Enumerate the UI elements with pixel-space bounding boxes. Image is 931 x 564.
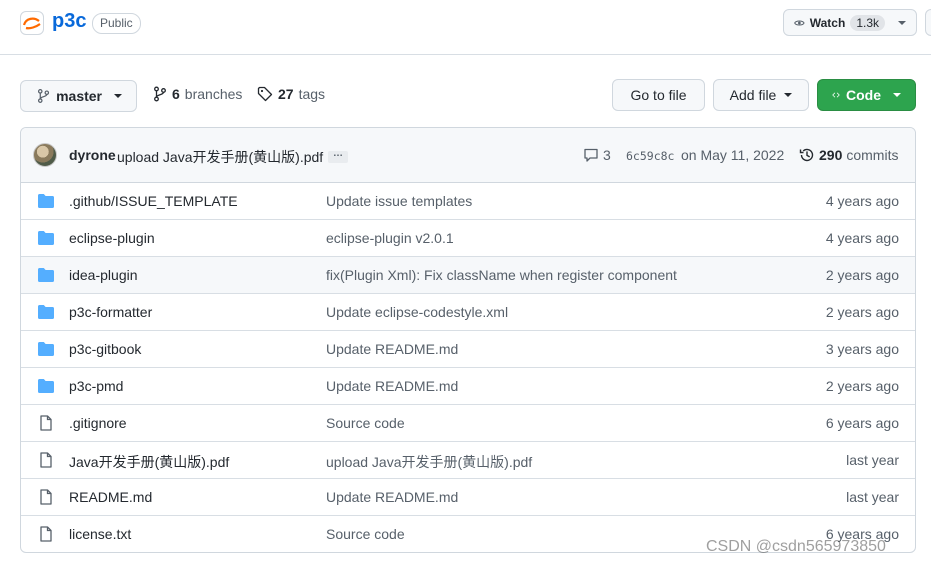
branches-label: branches <box>184 86 243 102</box>
commit-message-link[interactable]: upload Java开发手册(黄山版).pdf <box>117 147 323 167</box>
folder-icon <box>37 267 55 283</box>
commit-age: 2 years ago <box>825 378 899 394</box>
file-name-link[interactable]: p3c-gitbook <box>69 341 141 357</box>
chevron-down-icon <box>893 93 901 97</box>
commit-message-link[interactable]: eclipse-plugin v2.0.1 <box>326 230 454 246</box>
code-label: Code <box>846 87 881 103</box>
file-listing: dyrone upload Java开发手册(黄山版).pdf … 3 6c59… <box>20 127 916 553</box>
file-name-link[interactable]: p3c-formatter <box>69 304 152 320</box>
commit-message-link[interactable]: upload Java开发手册(黄山版).pdf <box>326 452 532 472</box>
file-name-link[interactable]: p3c-pmd <box>69 378 123 394</box>
commit-age: last year <box>846 489 899 505</box>
watch-count: 1.3k <box>850 14 885 31</box>
tags-link[interactable]: 27 tags <box>257 86 325 102</box>
branch-select-button[interactable]: master <box>20 80 137 112</box>
fork-button-clipped[interactable] <box>925 9 931 36</box>
chevron-down-icon <box>898 20 906 25</box>
folder-icon <box>37 304 55 320</box>
commit-message-link[interactable]: Update README.md <box>326 489 458 505</box>
commit-message-link[interactable]: Source code <box>326 526 405 542</box>
folder-icon <box>37 230 55 246</box>
chevron-down-icon <box>114 94 122 98</box>
file-name-link[interactable]: eclipse-plugin <box>69 230 155 246</box>
tags-label: tags <box>298 86 326 102</box>
file-icon <box>37 526 55 542</box>
table-row[interactable]: p3c-pmd Update README.md 2 years ago <box>21 367 915 404</box>
commit-age: 2 years ago <box>825 267 899 283</box>
folder-icon <box>37 193 55 209</box>
commit-message-link[interactable]: Update README.md <box>326 341 458 357</box>
tag-icon <box>257 86 273 102</box>
commit-message-link[interactable]: fix(Plugin Xml): Fix className when regi… <box>326 267 677 283</box>
branch-name: master <box>56 88 102 104</box>
file-name-link[interactable]: .github/ISSUE_TEMPLATE <box>69 193 238 209</box>
branches-count: 6 <box>172 86 180 102</box>
table-row[interactable]: idea-plugin fix(Plugin Xml): Fix classNa… <box>21 256 915 293</box>
commits-history-link[interactable]: 290 commits <box>799 147 898 163</box>
file-icon <box>37 452 55 468</box>
commits-label: commits <box>846 147 899 163</box>
file-icon <box>37 489 55 505</box>
chevron-down-icon <box>784 93 793 97</box>
table-row[interactable]: Java开发手册(黄山版).pdf upload Java开发手册(黄山版).p… <box>21 441 915 478</box>
commit-message-link[interactable]: Update issue templates <box>326 193 472 209</box>
history-icon <box>799 148 814 162</box>
comment-icon <box>584 148 598 162</box>
watch-label: Watch <box>809 15 846 30</box>
commit-age: last year <box>846 452 899 468</box>
commit-age: 6 years ago <box>825 415 899 431</box>
file-icon <box>37 415 55 431</box>
file-name-link[interactable]: .gitignore <box>69 415 127 431</box>
commit-message-link[interactable]: Update README.md <box>326 378 458 394</box>
file-name-link[interactable]: README.md <box>69 489 152 505</box>
file-rows: .github/ISSUE_TEMPLATE Update issue temp… <box>21 183 915 552</box>
code-icon <box>832 92 840 98</box>
commit-author-link[interactable]: dyrone <box>69 147 116 163</box>
table-row[interactable]: .gitignore Source code 6 years ago <box>21 404 915 441</box>
go-to-file-button[interactable]: Go to file <box>612 79 705 111</box>
table-row[interactable]: .github/ISSUE_TEMPLATE Update issue temp… <box>21 183 915 219</box>
table-row[interactable]: eclipse-plugin eclipse-plugin v2.0.1 4 y… <box>21 219 915 256</box>
table-row[interactable]: p3c-formatter Update eclipse-codestyle.x… <box>21 293 915 330</box>
file-name-link[interactable]: license.txt <box>69 526 131 542</box>
table-row[interactable]: p3c-gitbook Update README.md 3 years ago <box>21 330 915 367</box>
folder-icon <box>37 378 55 394</box>
commit-sha-link[interactable]: 6c59c8c <box>626 149 674 163</box>
comments-count: 3 <box>603 147 611 163</box>
go-to-file-label: Go to file <box>630 87 687 103</box>
add-file-button[interactable]: Add file <box>713 79 809 111</box>
commits-count: 290 <box>819 147 843 163</box>
repo-header: p3c Public Watch 1.3k <box>0 0 931 55</box>
commit-message-link[interactable]: Source code <box>326 415 405 431</box>
commit-age: 2 years ago <box>825 304 899 320</box>
commit-age: 3 years ago <box>825 341 899 357</box>
table-row[interactable]: README.md Update README.md last year <box>21 478 915 515</box>
code-button[interactable]: Code <box>817 79 916 111</box>
commit-date: on May 11, 2022 <box>681 147 785 163</box>
expand-commit-message-button[interactable]: … <box>328 149 348 163</box>
file-name-link[interactable]: idea-plugin <box>69 267 138 283</box>
git-branch-icon <box>154 86 166 102</box>
watch-button[interactable]: Watch 1.3k <box>783 9 917 36</box>
org-logo-icon[interactable] <box>20 11 44 35</box>
commit-message-link[interactable]: Update eclipse-codestyle.xml <box>326 304 508 320</box>
avatar[interactable] <box>33 143 57 167</box>
tags-count: 27 <box>278 86 294 102</box>
commit-comments-link[interactable]: 3 <box>583 147 611 163</box>
folder-icon <box>37 341 55 357</box>
git-branch-icon <box>37 89 50 103</box>
branches-link[interactable]: 6 branches <box>153 86 242 102</box>
commit-age: 4 years ago <box>825 193 899 209</box>
commit-age: 4 years ago <box>825 230 899 246</box>
file-name-link[interactable]: Java开发手册(黄山版).pdf <box>69 452 229 472</box>
add-file-label: Add file <box>729 87 777 103</box>
latest-commit-bar: dyrone upload Java开发手册(黄山版).pdf … 3 6c59… <box>21 128 915 183</box>
repo-name-link[interactable]: p3c <box>52 10 86 33</box>
visibility-badge: Public <box>92 13 141 34</box>
watermark: CSDN @csdn565973850 <box>706 538 886 555</box>
eye-icon <box>794 20 805 25</box>
